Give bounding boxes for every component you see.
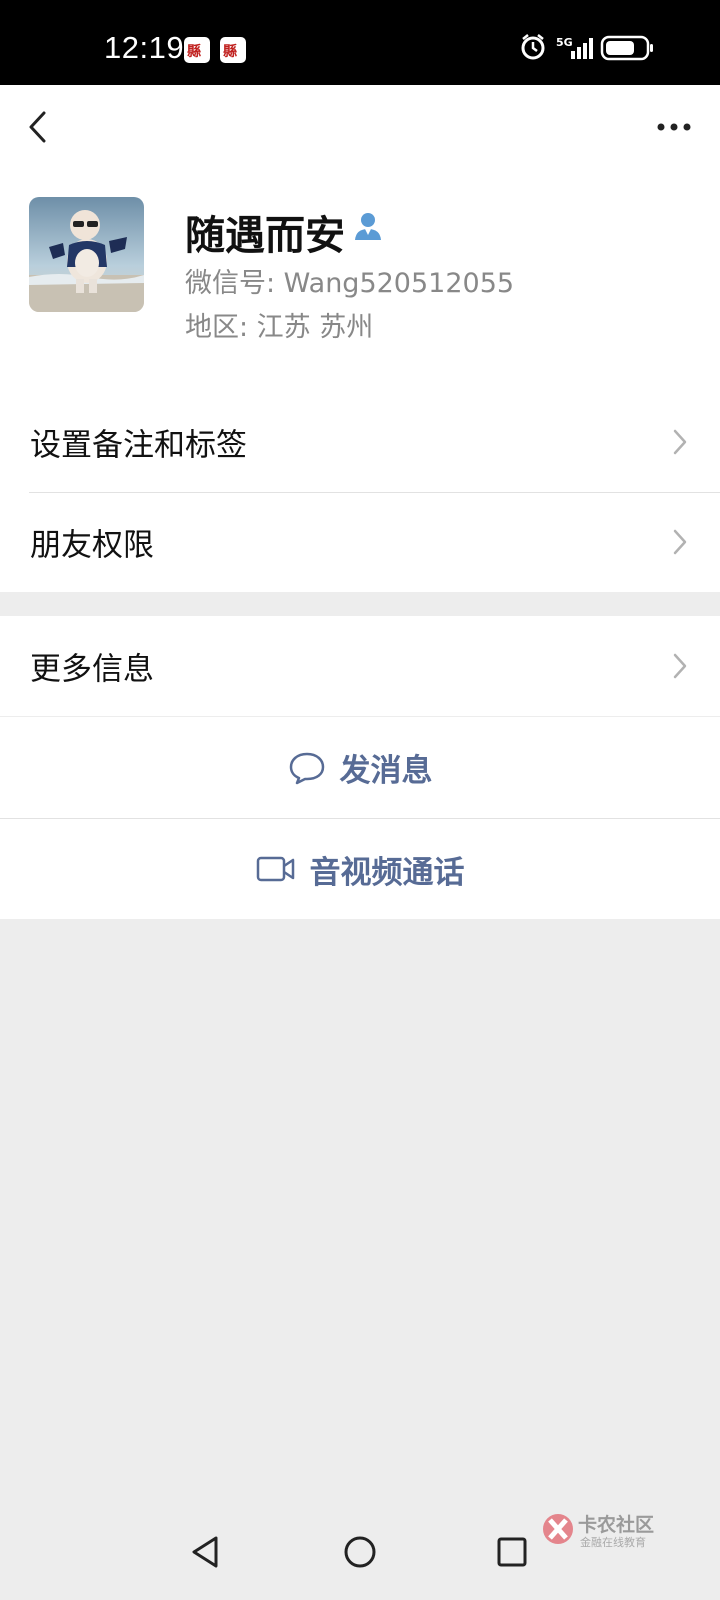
region: 地区: 江苏 苏州 [185, 312, 374, 343]
signal-icon [571, 38, 593, 59]
video-call-label: 音视频通话 [309, 854, 465, 891]
menu-section-1: 设置备注和标签 朋友权限 [0, 392, 720, 592]
nav-recents-button[interactable] [490, 1530, 534, 1574]
app-notification-icon: 縣 [220, 37, 246, 63]
chevron-right-icon [673, 529, 687, 555]
app-notification-icon: 縣 [184, 37, 210, 63]
back-button[interactable] [20, 107, 60, 147]
person-icon [352, 210, 384, 242]
nav-home-button[interactable] [338, 1530, 382, 1574]
action-section: 发消息 音视频通话 [0, 717, 720, 919]
chat-bubble-icon [289, 752, 324, 784]
svg-text:縣: 縣 [223, 43, 237, 60]
status-indicators: 5G [520, 32, 670, 64]
top-nav [0, 85, 720, 173]
avatar[interactable] [29, 197, 144, 312]
chevron-right-icon [673, 429, 687, 455]
circle-home-icon [344, 1536, 376, 1568]
send-message-button[interactable]: 发消息 [0, 717, 720, 818]
menu-item-label: 设置备注和标签 [30, 427, 247, 464]
wechat-id: 微信号: Wang520512055 [185, 268, 515, 299]
menu-item-friend-permissions[interactable]: 朋友权限 [0, 492, 720, 592]
contact-name: 随遇而安 [185, 213, 345, 259]
square-recents-icon [497, 1537, 527, 1567]
system-nav-bar [0, 1510, 720, 1600]
menu-item-label: 朋友权限 [30, 527, 154, 564]
menu-item-remarks-tags[interactable]: 设置备注和标签 [0, 392, 720, 492]
video-call-button[interactable]: 音视频通话 [0, 818, 720, 919]
more-dots-icon [657, 123, 691, 131]
contact-profile-page: 随遇而安 微信号: Wang520512055 地区: 江苏 苏州 设置备注和标… [0, 85, 720, 1600]
menu-item-label: 更多信息 [30, 651, 154, 688]
svg-text:縣: 縣 [187, 43, 201, 60]
send-message-label: 发消息 [339, 753, 433, 789]
menu-item-more-info[interactable]: 更多信息 [0, 616, 720, 716]
chevron-left-icon [29, 111, 46, 143]
video-camera-icon [256, 856, 294, 882]
status-time: 12:19 [104, 30, 185, 65]
alarm-icon [521, 34, 545, 60]
more-options-button[interactable] [652, 111, 698, 143]
status-bar: 12:19 縣 縣 5G [0, 0, 720, 85]
battery-icon [600, 35, 653, 61]
chevron-right-icon [673, 653, 687, 679]
nav-back-button[interactable] [184, 1530, 228, 1574]
menu-section-2: 更多信息 [0, 616, 720, 716]
triangle-back-icon [192, 1536, 218, 1568]
network-label: 5G [556, 36, 573, 49]
